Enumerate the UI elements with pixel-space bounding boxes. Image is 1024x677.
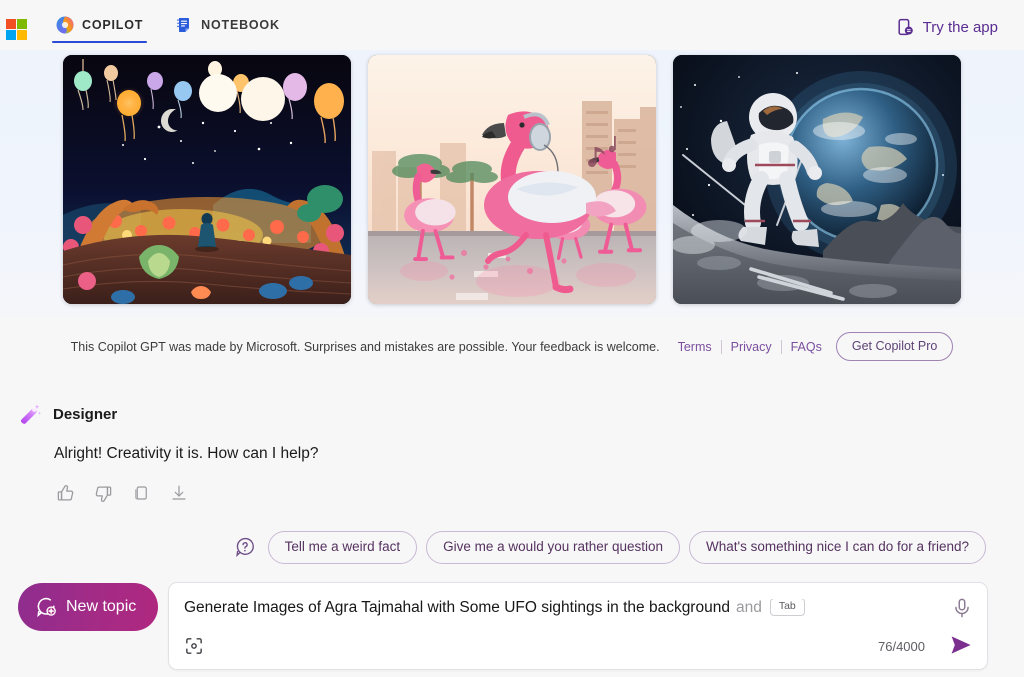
assistant-message: Designer Alright! Creativity it is. How … [18,402,618,504]
suggestion-chip-weird-fact[interactable]: Tell me a weird fact [267,531,418,564]
magic-wand-icon [18,402,42,426]
microsoft-logo[interactable] [6,19,27,40]
copilot-icon [56,16,74,34]
gallery-image-astronaut-skiing-moon[interactable] [673,55,961,304]
try-the-app-button[interactable]: Try the app [895,17,998,37]
copilot-designer-page: COPILOT NOTEBOOK Try the app This Copilo… [0,0,1024,677]
logo-square-yellow [17,30,27,40]
gallery-image-dancing-flamingos[interactable] [368,55,656,304]
suggestion-chip-would-you-rather[interactable]: Give me a would you rather question [426,531,681,564]
message-composer[interactable]: Generate Images of Agra Tajmahal with So… [168,582,988,670]
get-copilot-pro-button[interactable]: Get Copilot Pro [835,332,954,361]
image-gallery [0,50,1024,318]
message-actions [54,482,618,504]
composer-input-value: Generate Images of Agra Tajmahal with So… [184,599,730,616]
message-text: Alright! Creativity it is. How can I hel… [54,445,319,462]
character-counter: 76/4000 [878,639,925,654]
tab-notebook-label: NOTEBOOK [201,18,280,32]
tab-copilot-label: COPILOT [82,18,144,32]
faqs-link[interactable]: FAQs [782,340,832,354]
logo-square-red [6,19,16,29]
message-author: Designer [53,405,118,423]
new-topic-button[interactable]: New topic [18,583,159,631]
thumbs-up-icon[interactable] [54,482,76,504]
visual-search-icon[interactable] [184,636,204,656]
mobile-app-icon [895,17,915,37]
terms-link[interactable]: Terms [669,339,722,354]
microphone-icon[interactable] [951,597,973,619]
suggestion-chip-nice-for-friend[interactable]: What's something nice I can do for a fri… [689,531,986,564]
tab-copilot[interactable]: COPILOT [51,0,148,50]
message-header: Designer [18,402,618,426]
composer-ghost-suggestion: and [735,599,762,616]
gallery-image-lantern-garden[interactable] [63,55,351,304]
logo-square-green [17,19,27,29]
suggestion-row: Tell me a weird fact Give me a would you… [234,531,986,564]
send-icon[interactable] [949,633,973,657]
top-bar: COPILOT NOTEBOOK Try the app [0,0,1024,50]
copy-icon[interactable] [130,482,152,504]
privacy-link[interactable]: Privacy [722,339,782,354]
thumbs-down-icon[interactable] [92,482,114,504]
new-topic-label: New topic [66,598,137,615]
disclaimer-bar: This Copilot GPT was made by Microsoft. … [0,332,1024,361]
logo-square-blue [6,30,16,40]
new-chat-icon [35,596,57,618]
download-icon[interactable] [168,482,190,504]
tab-bar: COPILOT NOTEBOOK [51,0,282,50]
notebook-icon [175,16,193,34]
tab-notebook[interactable]: NOTEBOOK [173,0,282,50]
composer-input-row[interactable]: Generate Images of Agra Tajmahal with So… [184,599,927,617]
disclaimer-text: This Copilot GPT was made by Microsoft. … [70,339,660,354]
tab-hint-key[interactable]: Tab [769,599,805,616]
try-the-app-label: Try the app [922,18,998,36]
question-bubble-icon [234,536,256,558]
